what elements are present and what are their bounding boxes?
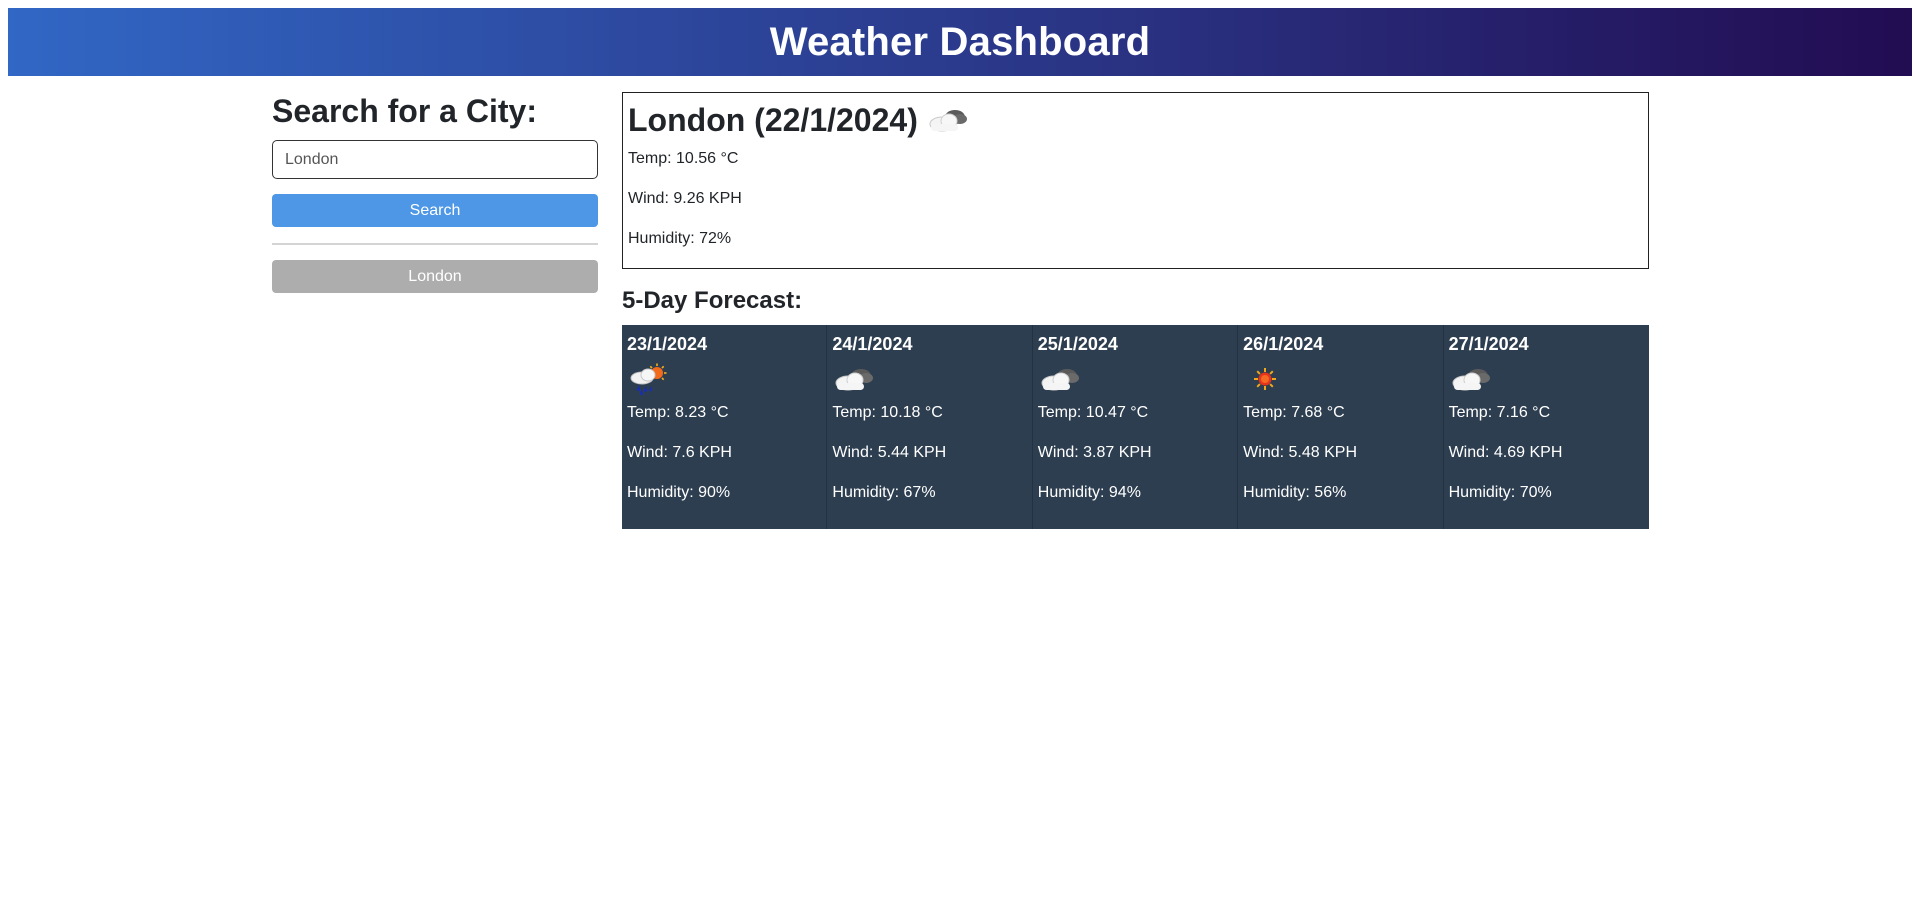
forecast-humidity: Humidity: 70%: [1448, 484, 1552, 501]
forecast-date: 24/1/2024: [832, 334, 913, 354]
forecast-date: 26/1/2024: [1243, 334, 1324, 354]
clouds-icon: [1038, 363, 1082, 395]
clouds-icon: [832, 363, 876, 395]
forecast-heading: 5-Day Forecast:: [622, 287, 803, 314]
forecast-humidity: Humidity: 67%: [832, 484, 936, 501]
forecast-temp: Temp: 7.68 °C: [1243, 404, 1345, 421]
app-header: Weather Dashboard: [8, 8, 1912, 76]
weather-main: London (22/1/2024) Temp: 10.56 °C Wind: …: [622, 92, 1649, 529]
forecast-wind: Wind: 7.6 KPH: [627, 444, 732, 461]
city-search-input[interactable]: [272, 140, 598, 179]
forecast-day-card: 26/1/2024 Temp: 7.68 °C Wind: 5.48 KPH H…: [1238, 325, 1444, 529]
search-button[interactable]: Search: [272, 194, 598, 227]
current-wind: Wind: 9.26 KPH: [628, 190, 742, 207]
forecast-day-card: 25/1/2024 Temp: 10.47 °C Wind: 3.87 KPH …: [1032, 325, 1239, 529]
rain-sun-icon: [627, 363, 671, 395]
divider: [272, 243, 598, 245]
search-sidebar: Search for a City: Search London: [272, 92, 598, 293]
forecast-day-card: 24/1/2024 Temp: 10.18 °C Wind: 5.44 KPH …: [827, 325, 1033, 529]
forecast-temp: Temp: 10.18 °C: [832, 404, 943, 421]
forecast-day-card: 27/1/2024 Temp: 7.16 °C Wind: 4.69 KPH H…: [1443, 325, 1649, 529]
forecast-wind: Wind: 3.87 KPH: [1037, 444, 1152, 461]
page-title: Weather Dashboard: [769, 19, 1151, 64]
sun-icon: [1243, 363, 1287, 395]
search-heading: Search for a City:: [272, 93, 537, 129]
forecast-wind: Wind: 4.69 KPH: [1448, 444, 1563, 461]
current-weather-title: London (22/1/2024): [628, 101, 1643, 139]
forecast-date: 27/1/2024: [1448, 334, 1529, 354]
forecast-temp: Temp: 8.23 °C: [627, 404, 729, 421]
forecast-temp: Temp: 10.47 °C: [1037, 404, 1149, 421]
current-weather-card: London (22/1/2024) Temp: 10.56 °C Wind: …: [622, 92, 1649, 269]
forecast-wind: Wind: 5.48 KPH: [1243, 444, 1357, 461]
clouds-icon: [1449, 363, 1493, 395]
forecast-temp: Temp: 7.16 °C: [1448, 404, 1551, 421]
clouds-icon: [926, 105, 970, 135]
forecast-humidity: Humidity: 90%: [627, 484, 731, 501]
forecast-humidity: Humidity: 56%: [1243, 484, 1347, 501]
current-temp: Temp: 10.56 °C: [628, 150, 739, 167]
forecast-day-card: 23/1/2024 Temp: 8.23 °C Wind: 7.6 KPH Hu…: [622, 325, 828, 529]
forecast-date: 23/1/2024: [627, 334, 708, 354]
forecast-wind: Wind: 5.44 KPH: [832, 444, 947, 461]
current-city-date: London (22/1/2024): [628, 102, 918, 138]
forecast-row: 23/1/2024 Temp: 8.23 °C Wind: 7.6 KPH Hu…: [622, 325, 1649, 529]
forecast-date: 25/1/2024: [1037, 334, 1118, 354]
forecast-humidity: Humidity: 94%: [1037, 484, 1141, 501]
current-humidity: Humidity: 72%: [628, 230, 732, 247]
history-city-button[interactable]: London: [272, 260, 598, 293]
